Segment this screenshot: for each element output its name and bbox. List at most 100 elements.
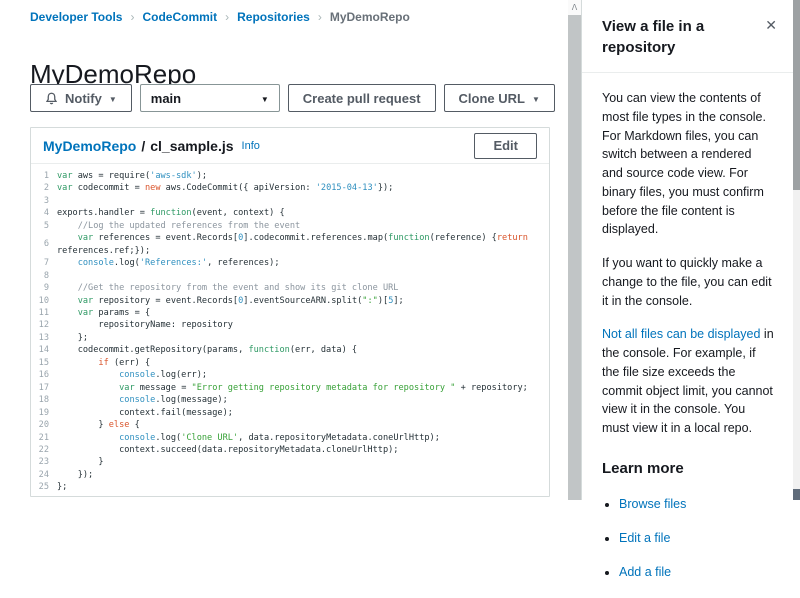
scroll-up-arrow-icon[interactable]: ᐱ (568, 0, 581, 15)
repo-name-link[interactable]: MyDemoRepo (43, 138, 136, 154)
breadcrumb-item[interactable]: Developer Tools (30, 10, 122, 24)
line-number: 17 (31, 382, 57, 394)
code-text: var message = "Error getting repository … (57, 382, 528, 394)
line-number: 21 (31, 432, 57, 444)
notify-label: Notify (65, 91, 102, 106)
code-line: 13 }; (31, 332, 549, 344)
main-scrollbar-thumb[interactable] (568, 15, 581, 500)
breadcrumb-separator-icon: › (318, 10, 322, 24)
code-line: 14 codecommit.getRepository(params, func… (31, 344, 549, 356)
code-text: }; (57, 332, 88, 344)
code-line: 18 console.log(message); (31, 394, 549, 406)
breadcrumb-separator-icon: › (225, 10, 229, 24)
code-text: } else { (57, 419, 140, 431)
breadcrumb-separator-icon: › (130, 10, 134, 24)
learn-more-link[interactable]: Browse files (619, 497, 686, 511)
line-number: 23 (31, 456, 57, 468)
learn-more-item: Add a file (619, 563, 775, 582)
code-line: 25}; (31, 481, 549, 493)
breadcrumb-item[interactable]: Repositories (237, 10, 310, 24)
code-text: console.log('References:', references); (57, 257, 280, 269)
line-number: 5 (31, 220, 57, 232)
code-line: 6 var references = event.Records[0].code… (31, 232, 549, 257)
help-paragraph: You can view the contents of most file t… (602, 89, 775, 239)
branch-value: main (151, 91, 181, 106)
clone-url-button[interactable]: Clone URL ▼ (444, 84, 555, 112)
code-text: if (err) { (57, 357, 150, 369)
help-panel: View a file in a repository ✕ You can vi… (581, 0, 793, 500)
code-line: 11 var params = { (31, 307, 549, 319)
code-text: var params = { (57, 307, 150, 319)
panel-scrollbar-thumb[interactable] (793, 0, 800, 190)
code-line: 4exports.handler = function(event, conte… (31, 207, 549, 219)
code-text: exports.handler = function(event, contex… (57, 207, 285, 219)
help-paragraph: Not all files can be displayed in the co… (602, 325, 775, 438)
code-text: var repository = event.Records[0].eventS… (57, 295, 404, 307)
help-panel-title: View a file in a repository (602, 16, 752, 58)
learn-more-item: Browse files (619, 495, 775, 514)
close-icon[interactable]: ✕ (763, 15, 779, 36)
code-line: 23 } (31, 456, 549, 468)
line-number: 7 (31, 257, 57, 269)
file-name: cl_sample.js (150, 138, 233, 154)
help-paragraph: If you want to quickly make a change to … (602, 254, 775, 310)
line-number: 12 (31, 319, 57, 331)
help-panel-header: View a file in a repository ✕ (582, 0, 793, 73)
code-text: repositoryName: repository (57, 319, 233, 331)
code-line: 8 (31, 270, 549, 282)
code-line: 15 if (err) { (31, 357, 549, 369)
line-number: 15 (31, 357, 57, 369)
line-number: 25 (31, 481, 57, 493)
code-line: 5 //Log the updated references from the … (31, 220, 549, 232)
line-number: 10 (31, 295, 57, 307)
learn-more-link[interactable]: Add a file (619, 565, 671, 579)
learn-more-list: Browse files Edit a file Add a file (602, 495, 775, 581)
line-number: 8 (31, 270, 57, 282)
code-line: 16 console.log(err); (31, 369, 549, 381)
line-number: 14 (31, 344, 57, 356)
learn-more-link[interactable]: Edit a file (619, 531, 670, 545)
code-text: var aws = require('aws-sdk'); (57, 170, 207, 182)
caret-down-icon: ▼ (532, 95, 540, 104)
help-panel-body: You can view the contents of most file t… (582, 73, 793, 598)
code-text: //Get the repository from the event and … (57, 282, 398, 294)
code-text: codecommit.getRepository(params, functio… (57, 344, 357, 356)
breadcrumb-item: MyDemoRepo (330, 10, 410, 24)
code-line: 19 context.fail(message); (31, 407, 549, 419)
not-all-files-link[interactable]: Not all files can be displayed (602, 327, 760, 341)
scroll-down-arrow-icon[interactable] (793, 489, 800, 500)
code-line: 20 } else { (31, 419, 549, 431)
code-line: 10 var repository = event.Records[0].eve… (31, 295, 549, 307)
learn-more-heading: Learn more (602, 458, 775, 481)
code-line: 12 repositoryName: repository (31, 319, 549, 331)
code-text: console.log('Clone URL', data.repository… (57, 432, 440, 444)
code-line: 17 var message = "Error getting reposito… (31, 382, 549, 394)
code-line: 24 }); (31, 469, 549, 481)
file-card-header: MyDemoRepo / cl_sample.js Info Edit (31, 128, 549, 164)
code-text: context.fail(message); (57, 407, 233, 419)
caret-down-icon: ▼ (109, 95, 117, 104)
code-line: 9 //Get the repository from the event an… (31, 282, 549, 294)
code-line: 21 console.log('Clone URL', data.reposit… (31, 432, 549, 444)
line-number: 1 (31, 170, 57, 182)
panel-scrollbar[interactable] (793, 0, 800, 500)
line-number: 19 (31, 407, 57, 419)
line-number: 13 (31, 332, 57, 344)
code-text: console.log(err); (57, 369, 207, 381)
code-viewer: 1var aws = require('aws-sdk');2var codec… (31, 164, 549, 494)
code-text: }); (57, 469, 93, 481)
code-line: 1var aws = require('aws-sdk'); (31, 170, 549, 182)
line-number: 4 (31, 207, 57, 219)
breadcrumb-item[interactable]: CodeCommit (142, 10, 217, 24)
edit-button[interactable]: Edit (474, 133, 537, 159)
notify-button[interactable]: Notify ▼ (30, 84, 132, 112)
create-pull-request-button[interactable]: Create pull request (288, 84, 436, 112)
code-text: //Log the updated references from the ev… (57, 220, 300, 232)
branch-select[interactable]: main ▼ (140, 84, 280, 112)
code-text: console.log(message); (57, 394, 228, 406)
bell-icon (45, 92, 58, 105)
line-number: 11 (31, 307, 57, 319)
info-link[interactable]: Info (242, 140, 260, 152)
main-scrollbar[interactable]: ᐱ (568, 0, 581, 500)
line-number: 6 (31, 232, 57, 257)
